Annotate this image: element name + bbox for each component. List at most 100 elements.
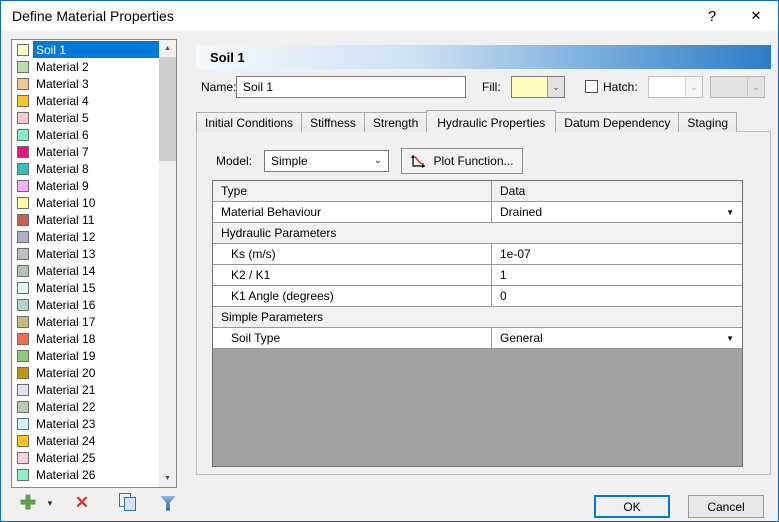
material-name-label: Material 14 xyxy=(36,263,96,278)
material-list-box: Soil 1 Material 2 Material 3 Material 4 Mate… xyxy=(11,39,177,488)
property-value[interactable]: 1 xyxy=(491,265,742,285)
chevron-down-icon[interactable]: ⌄ xyxy=(547,77,564,97)
material-name-label: Material 19 xyxy=(36,348,96,363)
material-list-item[interactable]: Material 11 xyxy=(12,211,159,228)
material-list-item[interactable]: Material 3 xyxy=(12,75,159,92)
material-name-label: Material 12 xyxy=(36,229,96,244)
hydraulic-properties-panel: Model: Simple ⌄ Plot Function... Type Da… xyxy=(196,131,771,475)
material-list-item[interactable]: Material 24 xyxy=(12,432,159,449)
material-name-label: Material 24 xyxy=(36,433,96,448)
material-list-item[interactable]: Material 25 xyxy=(12,449,159,466)
scroll-down-icon[interactable]: ▼ xyxy=(159,470,176,487)
property-value[interactable]: 0 xyxy=(491,286,742,306)
chevron-down-icon: ⌄ xyxy=(373,155,382,166)
material-list-item[interactable]: Soil 1 xyxy=(12,41,159,58)
material-list-item[interactable]: Material 4 xyxy=(12,92,159,109)
material-list-item[interactable]: Material 22 xyxy=(12,398,159,415)
fill-label: Fill: xyxy=(482,80,501,94)
model-combobox[interactable]: Simple ⌄ xyxy=(264,150,389,172)
property-tabs: Initial Conditions Stiffness Strength Hydra… xyxy=(196,109,738,133)
material-list-item[interactable]: Material 2 xyxy=(12,58,159,75)
property-value[interactable]: General ▼ xyxy=(491,328,742,348)
material-color-swatch xyxy=(17,383,29,396)
material-list: Soil 1 Material 2 Material 3 Material 4 Mate… xyxy=(12,41,159,487)
material-list-item[interactable]: Material 15 xyxy=(12,279,159,296)
material-list-item[interactable]: Material 12 xyxy=(12,228,159,245)
tab-stiffness[interactable]: Stiffness xyxy=(301,112,365,132)
property-label: Soil Type xyxy=(231,331,281,345)
material-list-item[interactable]: Material 10 xyxy=(12,194,159,211)
table-row: Material Behaviour Drained ▼ xyxy=(213,202,742,223)
close-icon: ✕ xyxy=(750,8,762,23)
material-list-scrollbar[interactable]: ▲ ▼ xyxy=(159,40,176,487)
scrollbar-thumb[interactable] xyxy=(159,57,176,161)
material-list-item[interactable]: Material 13 xyxy=(12,245,159,262)
material-header-band: Soil 1 xyxy=(196,45,771,69)
chevron-down-icon: ⌄ xyxy=(747,77,764,97)
material-list-item[interactable]: Material 8 xyxy=(12,160,159,177)
plot-function-button[interactable]: Plot Function... xyxy=(401,148,523,174)
copy-material-button[interactable] xyxy=(115,490,143,516)
material-list-item[interactable]: Material 16 xyxy=(12,296,159,313)
material-list-item[interactable]: Material 6 xyxy=(12,126,159,143)
material-name-label: Material 10 xyxy=(36,195,96,210)
add-material-dropdown[interactable]: ▾ xyxy=(43,490,57,516)
table-row: K2 / K1 1 xyxy=(213,265,742,286)
material-name-label: Material 23 xyxy=(36,416,96,431)
material-list-item[interactable]: Material 18 xyxy=(12,330,159,347)
tab-initial-conditions[interactable]: Initial Conditions xyxy=(196,112,303,132)
tab-hydraulic-properties[interactable]: Hydraulic Properties xyxy=(426,110,557,133)
tab-staging[interactable]: Staging xyxy=(678,112,738,132)
material-list-item[interactable]: Material 7 xyxy=(12,143,159,160)
hatch-label: Hatch: xyxy=(603,80,638,94)
material-list-item[interactable]: Material 14 xyxy=(12,262,159,279)
tab-strength[interactable]: Strength xyxy=(363,112,428,132)
add-material-button[interactable]: ✚ xyxy=(15,490,41,516)
material-name-label: Material 26 xyxy=(36,467,96,482)
material-list-item[interactable]: Material 17 xyxy=(12,313,159,330)
material-header-title: Soil 1 xyxy=(210,49,245,65)
property-value[interactable]: Drained ▼ xyxy=(491,202,742,222)
material-list-item[interactable]: Material 21 xyxy=(12,381,159,398)
dropdown-arrow-icon[interactable]: ▼ xyxy=(726,334,734,343)
material-list-item[interactable]: Material 9 xyxy=(12,177,159,194)
scroll-up-icon[interactable]: ▲ xyxy=(159,40,176,57)
material-color-swatch xyxy=(17,230,29,243)
help-button[interactable]: ? xyxy=(690,1,734,31)
material-name-label: Material 4 xyxy=(36,93,89,108)
fill-color-combobox[interactable]: ⌄ xyxy=(511,76,565,98)
material-color-swatch xyxy=(17,332,29,345)
add-icon: ✚ xyxy=(20,492,36,514)
material-color-swatch xyxy=(17,196,29,209)
section-label: Hydraulic Parameters xyxy=(221,226,337,240)
delete-material-button[interactable]: ✕ xyxy=(69,490,95,516)
material-color-swatch xyxy=(17,162,29,175)
filter-material-button[interactable] xyxy=(155,490,181,516)
window-title: Define Material Properties xyxy=(12,8,174,24)
title-bar: Define Material Properties ? ✕ xyxy=(1,1,778,31)
material-list-item[interactable]: Material 19 xyxy=(12,347,159,364)
name-input[interactable] xyxy=(236,76,466,98)
table-row: K1 Angle (degrees) 0 xyxy=(213,286,742,307)
material-list-item[interactable]: Material 26 xyxy=(12,466,159,483)
material-name-label: Material 11 xyxy=(36,212,95,227)
material-list-item[interactable]: Material 20 xyxy=(12,364,159,381)
table-header-row: Type Data xyxy=(213,181,742,202)
table-row: Ks (m/s) 1e-07 xyxy=(213,244,742,265)
material-name-label: Material 5 xyxy=(36,110,89,125)
material-name-label: Material 16 xyxy=(36,297,96,312)
material-name-label: Material 13 xyxy=(36,246,96,261)
property-value[interactable]: 1e-07 xyxy=(491,244,742,264)
ok-button[interactable]: OK xyxy=(594,495,670,518)
material-color-swatch xyxy=(17,111,29,124)
property-label: K2 / K1 xyxy=(231,268,271,282)
material-list-item[interactable]: Material 23 xyxy=(12,415,159,432)
name-label: Name: xyxy=(201,80,237,94)
material-list-item[interactable]: Material 5 xyxy=(12,109,159,126)
hydraulic-properties-table: Type Data Material Behaviour Drained ▼ Hydr… xyxy=(212,180,743,467)
dropdown-arrow-icon[interactable]: ▼ xyxy=(726,208,734,217)
close-button[interactable]: ✕ xyxy=(734,1,778,31)
tab-datum-dependency[interactable]: Datum Dependency xyxy=(555,112,680,132)
cancel-button[interactable]: Cancel xyxy=(688,495,764,518)
hatch-checkbox[interactable] xyxy=(585,80,598,93)
